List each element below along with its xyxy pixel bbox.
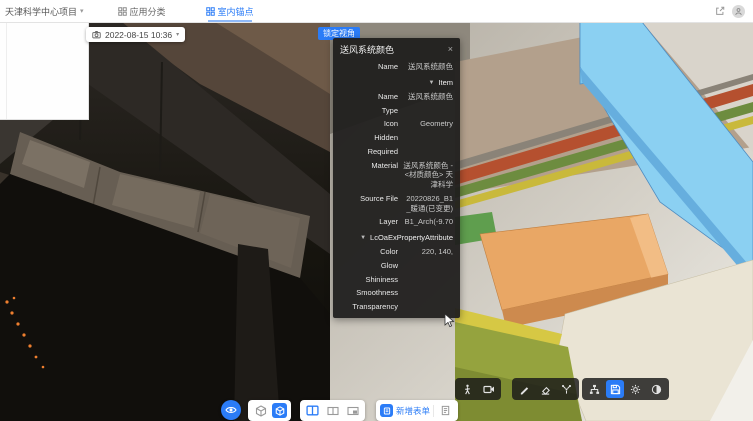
grid-icon (118, 7, 127, 16)
property-group-header[interactable]: ▼ LcOaExPropertyAttribute (333, 229, 460, 245)
split-compare-icon[interactable] (304, 402, 321, 419)
property-row: Layer B1_Arch(-9.70 (333, 215, 460, 229)
project-dropdown-panel[interactable] (0, 22, 89, 120)
project-name: 天津科学中心项目 (5, 5, 77, 18)
property-row: Color 220, 140, (333, 245, 460, 259)
project-selector[interactable]: 天津科学中心项目 ▾ (5, 5, 84, 18)
property-row: Type (333, 104, 460, 118)
property-row: Required (333, 145, 460, 159)
property-row: Icon Geometry (333, 117, 460, 131)
walk-person-icon[interactable] (458, 379, 477, 399)
form-icon[interactable] (437, 402, 454, 419)
settings-gear-icon[interactable] (626, 379, 645, 399)
tab-app-category[interactable]: 应用分类 (112, 0, 172, 22)
form-badge-icon (380, 404, 393, 417)
property-row: Transparency (333, 300, 460, 314)
toolbar-divider (433, 405, 434, 417)
property-row: Hidden (333, 131, 460, 145)
model-toolbar-navigation (455, 378, 501, 400)
top-bar: 天津科学中心项目 ▾ 应用分类 室内锚点 (0, 0, 753, 23)
property-row: Source File 20220826_B1_暖通(已变更) (333, 192, 460, 216)
cube-icon[interactable] (252, 402, 269, 419)
property-row: Material 送风系统颜色 - <材质颜色> 天津科学 (333, 159, 460, 192)
property-row: Name 送风系统颜色 (333, 90, 460, 104)
model-cube-icon[interactable] (272, 403, 287, 418)
collapse-caret-icon: ▼ (360, 233, 366, 243)
property-row: Name 送风系统颜色 (333, 60, 460, 74)
record-camera-icon[interactable] (479, 379, 498, 399)
model-toolbar-annotate (512, 378, 579, 400)
collapse-caret-icon: ▼ (428, 78, 434, 88)
property-row: Glow (333, 259, 460, 273)
capture-date: 2022-08-15 10:36 (105, 30, 172, 40)
grid-icon (206, 7, 215, 16)
panel-title: 送风系统颜色 (340, 43, 394, 56)
layout-group (300, 400, 365, 421)
pip-pane-icon[interactable] (344, 402, 361, 419)
view-mode-group (248, 400, 291, 421)
add-form-button[interactable]: 新增表单 (380, 404, 430, 417)
measure-pencil-icon[interactable] (515, 379, 534, 399)
visibility-eye-button[interactable] (221, 400, 241, 420)
form-group: 新增表单 (376, 400, 458, 421)
panel-divider (6, 22, 7, 119)
model-toolbar-tools (582, 378, 669, 400)
chevron-down-icon: ▾ (176, 31, 179, 38)
eraser-icon[interactable] (536, 379, 555, 399)
share-icon[interactable] (715, 6, 725, 16)
structure-tree-icon[interactable] (585, 379, 604, 399)
user-avatar-icon[interactable] (732, 5, 745, 18)
tab-indoor-anchor[interactable]: 室内锚点 (200, 0, 260, 22)
property-group-header[interactable]: ▼ Item (333, 74, 460, 90)
capture-date-chip[interactable]: 2022-08-15 10:36 ▾ (86, 27, 185, 42)
contrast-icon[interactable] (647, 379, 666, 399)
property-row: Smoothness (333, 286, 460, 300)
property-row: Shininess (333, 273, 460, 287)
properties-panel: 送风系统颜色 × Name 送风系统颜色 ▼ Item Name 送风系统颜色 … (333, 38, 460, 318)
chevron-down-icon: ▾ (80, 7, 84, 15)
capture-camera-icon (92, 30, 101, 39)
eye-icon (225, 404, 237, 416)
two-pane-icon[interactable] (324, 402, 341, 419)
app-window: 2022-08-15 10:36 ▾ 锁定视角 送风系统颜色 × Name 送风… (0, 0, 753, 421)
save-icon[interactable] (606, 380, 624, 398)
explode-icon[interactable] (557, 379, 576, 399)
close-icon[interactable]: × (448, 45, 453, 54)
